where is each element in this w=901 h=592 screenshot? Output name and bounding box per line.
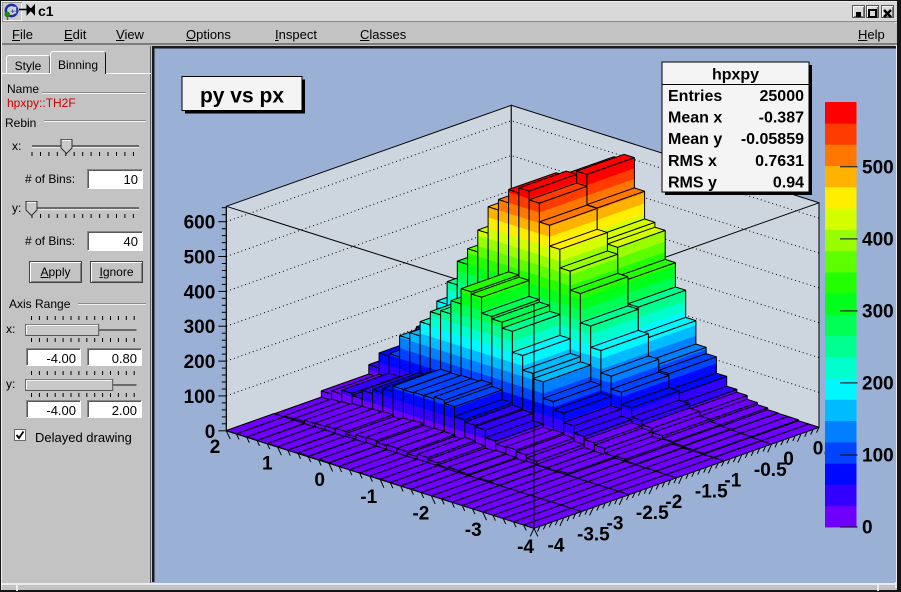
svg-text:RMS y: RMS y bbox=[668, 174, 717, 191]
svg-text:0: 0 bbox=[783, 449, 794, 470]
svg-text:300: 300 bbox=[862, 301, 894, 322]
svg-text:RMS x: RMS x bbox=[668, 153, 717, 170]
svg-text:-0.387: -0.387 bbox=[759, 110, 804, 127]
svg-text:-1: -1 bbox=[724, 471, 741, 492]
svg-text:0.94: 0.94 bbox=[773, 174, 804, 191]
svg-text:300: 300 bbox=[184, 317, 216, 338]
svg-text:200: 200 bbox=[862, 373, 894, 394]
svg-text:-1: -1 bbox=[360, 487, 377, 508]
svg-text:-0.05859: -0.05859 bbox=[741, 131, 804, 148]
svg-text:1: 1 bbox=[262, 454, 273, 475]
svg-text:25000: 25000 bbox=[760, 88, 805, 105]
svg-text:0.7631: 0.7631 bbox=[755, 153, 804, 170]
svg-text:100: 100 bbox=[862, 446, 894, 467]
svg-text:600: 600 bbox=[184, 213, 216, 234]
svg-text:500: 500 bbox=[862, 157, 894, 178]
svg-text:400: 400 bbox=[184, 282, 216, 303]
svg-text:Mean x: Mean x bbox=[668, 110, 722, 127]
svg-text:-4: -4 bbox=[517, 537, 534, 558]
svg-text:100: 100 bbox=[184, 387, 216, 408]
svg-text:-2.5: -2.5 bbox=[636, 503, 669, 524]
svg-text:500: 500 bbox=[184, 248, 216, 269]
svg-text:-3: -3 bbox=[607, 514, 624, 535]
svg-text:400: 400 bbox=[862, 229, 894, 250]
svg-text:-2: -2 bbox=[665, 492, 682, 513]
svg-text:0: 0 bbox=[314, 470, 325, 491]
svg-text:hpxpy: hpxpy bbox=[712, 67, 759, 84]
svg-text:2: 2 bbox=[210, 437, 221, 458]
svg-text:-3.5: -3.5 bbox=[577, 525, 610, 546]
svg-text:200: 200 bbox=[184, 352, 216, 373]
svg-text:-0.5: -0.5 bbox=[754, 460, 787, 481]
svg-text:-4: -4 bbox=[548, 535, 565, 556]
svg-text:-2: -2 bbox=[412, 504, 429, 525]
svg-text:-3: -3 bbox=[465, 520, 482, 541]
svg-text:Entries: Entries bbox=[668, 88, 722, 105]
svg-text:Mean y: Mean y bbox=[668, 131, 722, 148]
svg-text:-1.5: -1.5 bbox=[695, 481, 728, 502]
svg-text:0: 0 bbox=[862, 518, 873, 539]
svg-text:py vs px: py vs px bbox=[200, 85, 284, 108]
